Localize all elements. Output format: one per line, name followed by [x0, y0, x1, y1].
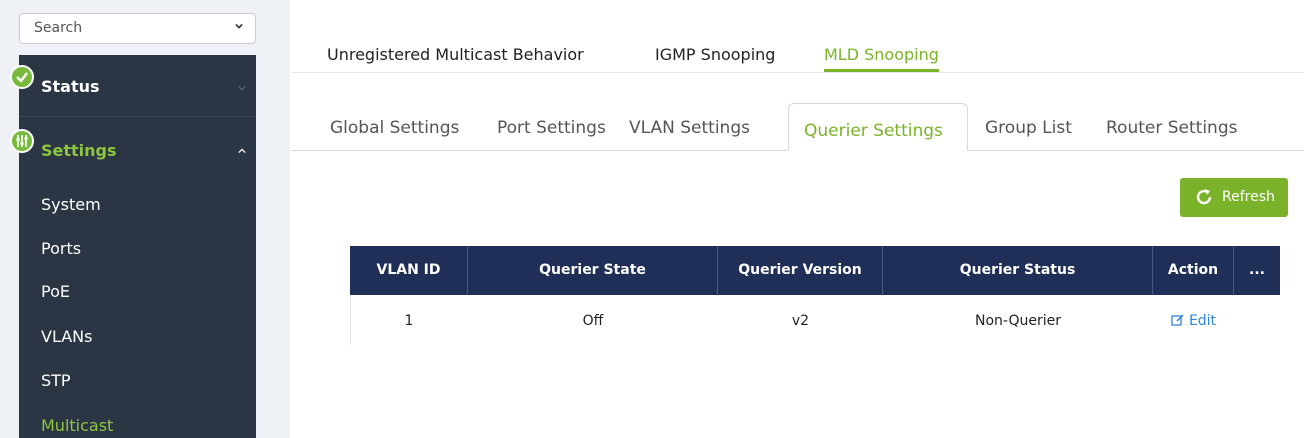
sliders-icon [10, 129, 34, 153]
tab-label: Unregistered Multicast Behavior [327, 45, 584, 64]
search-dropdown[interactable]: Search [19, 13, 256, 44]
nav-section-label: Settings [41, 141, 117, 160]
tab-label: MLD Snooping [824, 45, 939, 64]
cell-querier-version: v2 [791, 313, 810, 329]
column-header: Querier State [468, 246, 718, 295]
tab-unregistered-multicast[interactable]: Unregistered Multicast Behavior [327, 45, 584, 64]
subtab-port-settings[interactable]: Port Settings [497, 118, 606, 138]
refresh-icon [1196, 189, 1212, 205]
column-header: Querier Version [718, 246, 883, 295]
sidebar-item-poe[interactable]: PoE [41, 282, 70, 301]
cell-vlan-id: 1 [404, 313, 414, 329]
nav-section-settings[interactable]: Settings [10, 129, 256, 175]
nav-divider [19, 116, 256, 117]
subtab-label: Querier Settings [804, 121, 943, 141]
subtab-router-settings[interactable]: Router Settings [1106, 118, 1237, 138]
cell-querier-status: Non-Querier [975, 313, 1061, 329]
tab-mld-snooping[interactable]: MLD Snooping [824, 45, 939, 72]
column-header: VLAN ID [350, 246, 468, 295]
chevron-down-icon [235, 23, 243, 29]
edit-icon [1171, 314, 1184, 326]
main-content: Unregistered Multicast Behavior IGMP Sno… [291, 0, 1304, 438]
column-header: Querier Status [883, 246, 1153, 295]
cell-action: Edit [1153, 295, 1234, 345]
edit-link[interactable]: Edit [1171, 313, 1216, 329]
subtab-group-list[interactable]: Group List [985, 118, 1072, 138]
nav-section-label: Status [41, 77, 100, 96]
sidebar-item-system[interactable]: System [41, 195, 101, 214]
sidebar-item-stp[interactable]: STP [41, 371, 71, 390]
sidebar: Search Status Settings System Ports PoE … [0, 0, 290, 438]
tab-igmp-snooping[interactable]: IGMP Snooping [655, 45, 775, 64]
search-label: Search [34, 20, 83, 36]
edit-label: Edit [1188, 313, 1217, 329]
cell-querier-state: Off [582, 313, 604, 329]
chevron-down-icon [238, 85, 246, 91]
subtab-vlan-settings[interactable]: VLAN Settings [629, 118, 750, 138]
sidebar-item-ports[interactable]: Ports [41, 239, 81, 258]
refresh-button[interactable]: Refresh [1180, 178, 1288, 217]
table-header: VLAN ID Querier State Querier Version Qu… [350, 246, 1280, 295]
sidebar-item-vlans[interactable]: VLANs [41, 327, 92, 346]
subtab-querier-settings[interactable]: Querier Settings [788, 103, 968, 151]
subtab-global-settings[interactable]: Global Settings [330, 118, 459, 138]
table-row: 1 Off v2 Non-Querier Edit [350, 295, 1280, 345]
check-icon [10, 65, 34, 89]
column-header: Action [1153, 246, 1234, 295]
tab-divider [291, 72, 1304, 73]
refresh-label: Refresh [1222, 189, 1275, 205]
chevron-up-icon [238, 148, 246, 154]
sidebar-item-multicast[interactable]: Multicast [41, 416, 113, 435]
column-options-icon[interactable]: ... [1234, 246, 1280, 295]
tab-label: IGMP Snooping [655, 45, 776, 64]
nav-panel: Status Settings System Ports PoE VLANs S… [10, 55, 256, 438]
nav-section-status[interactable]: Status [10, 65, 256, 103]
